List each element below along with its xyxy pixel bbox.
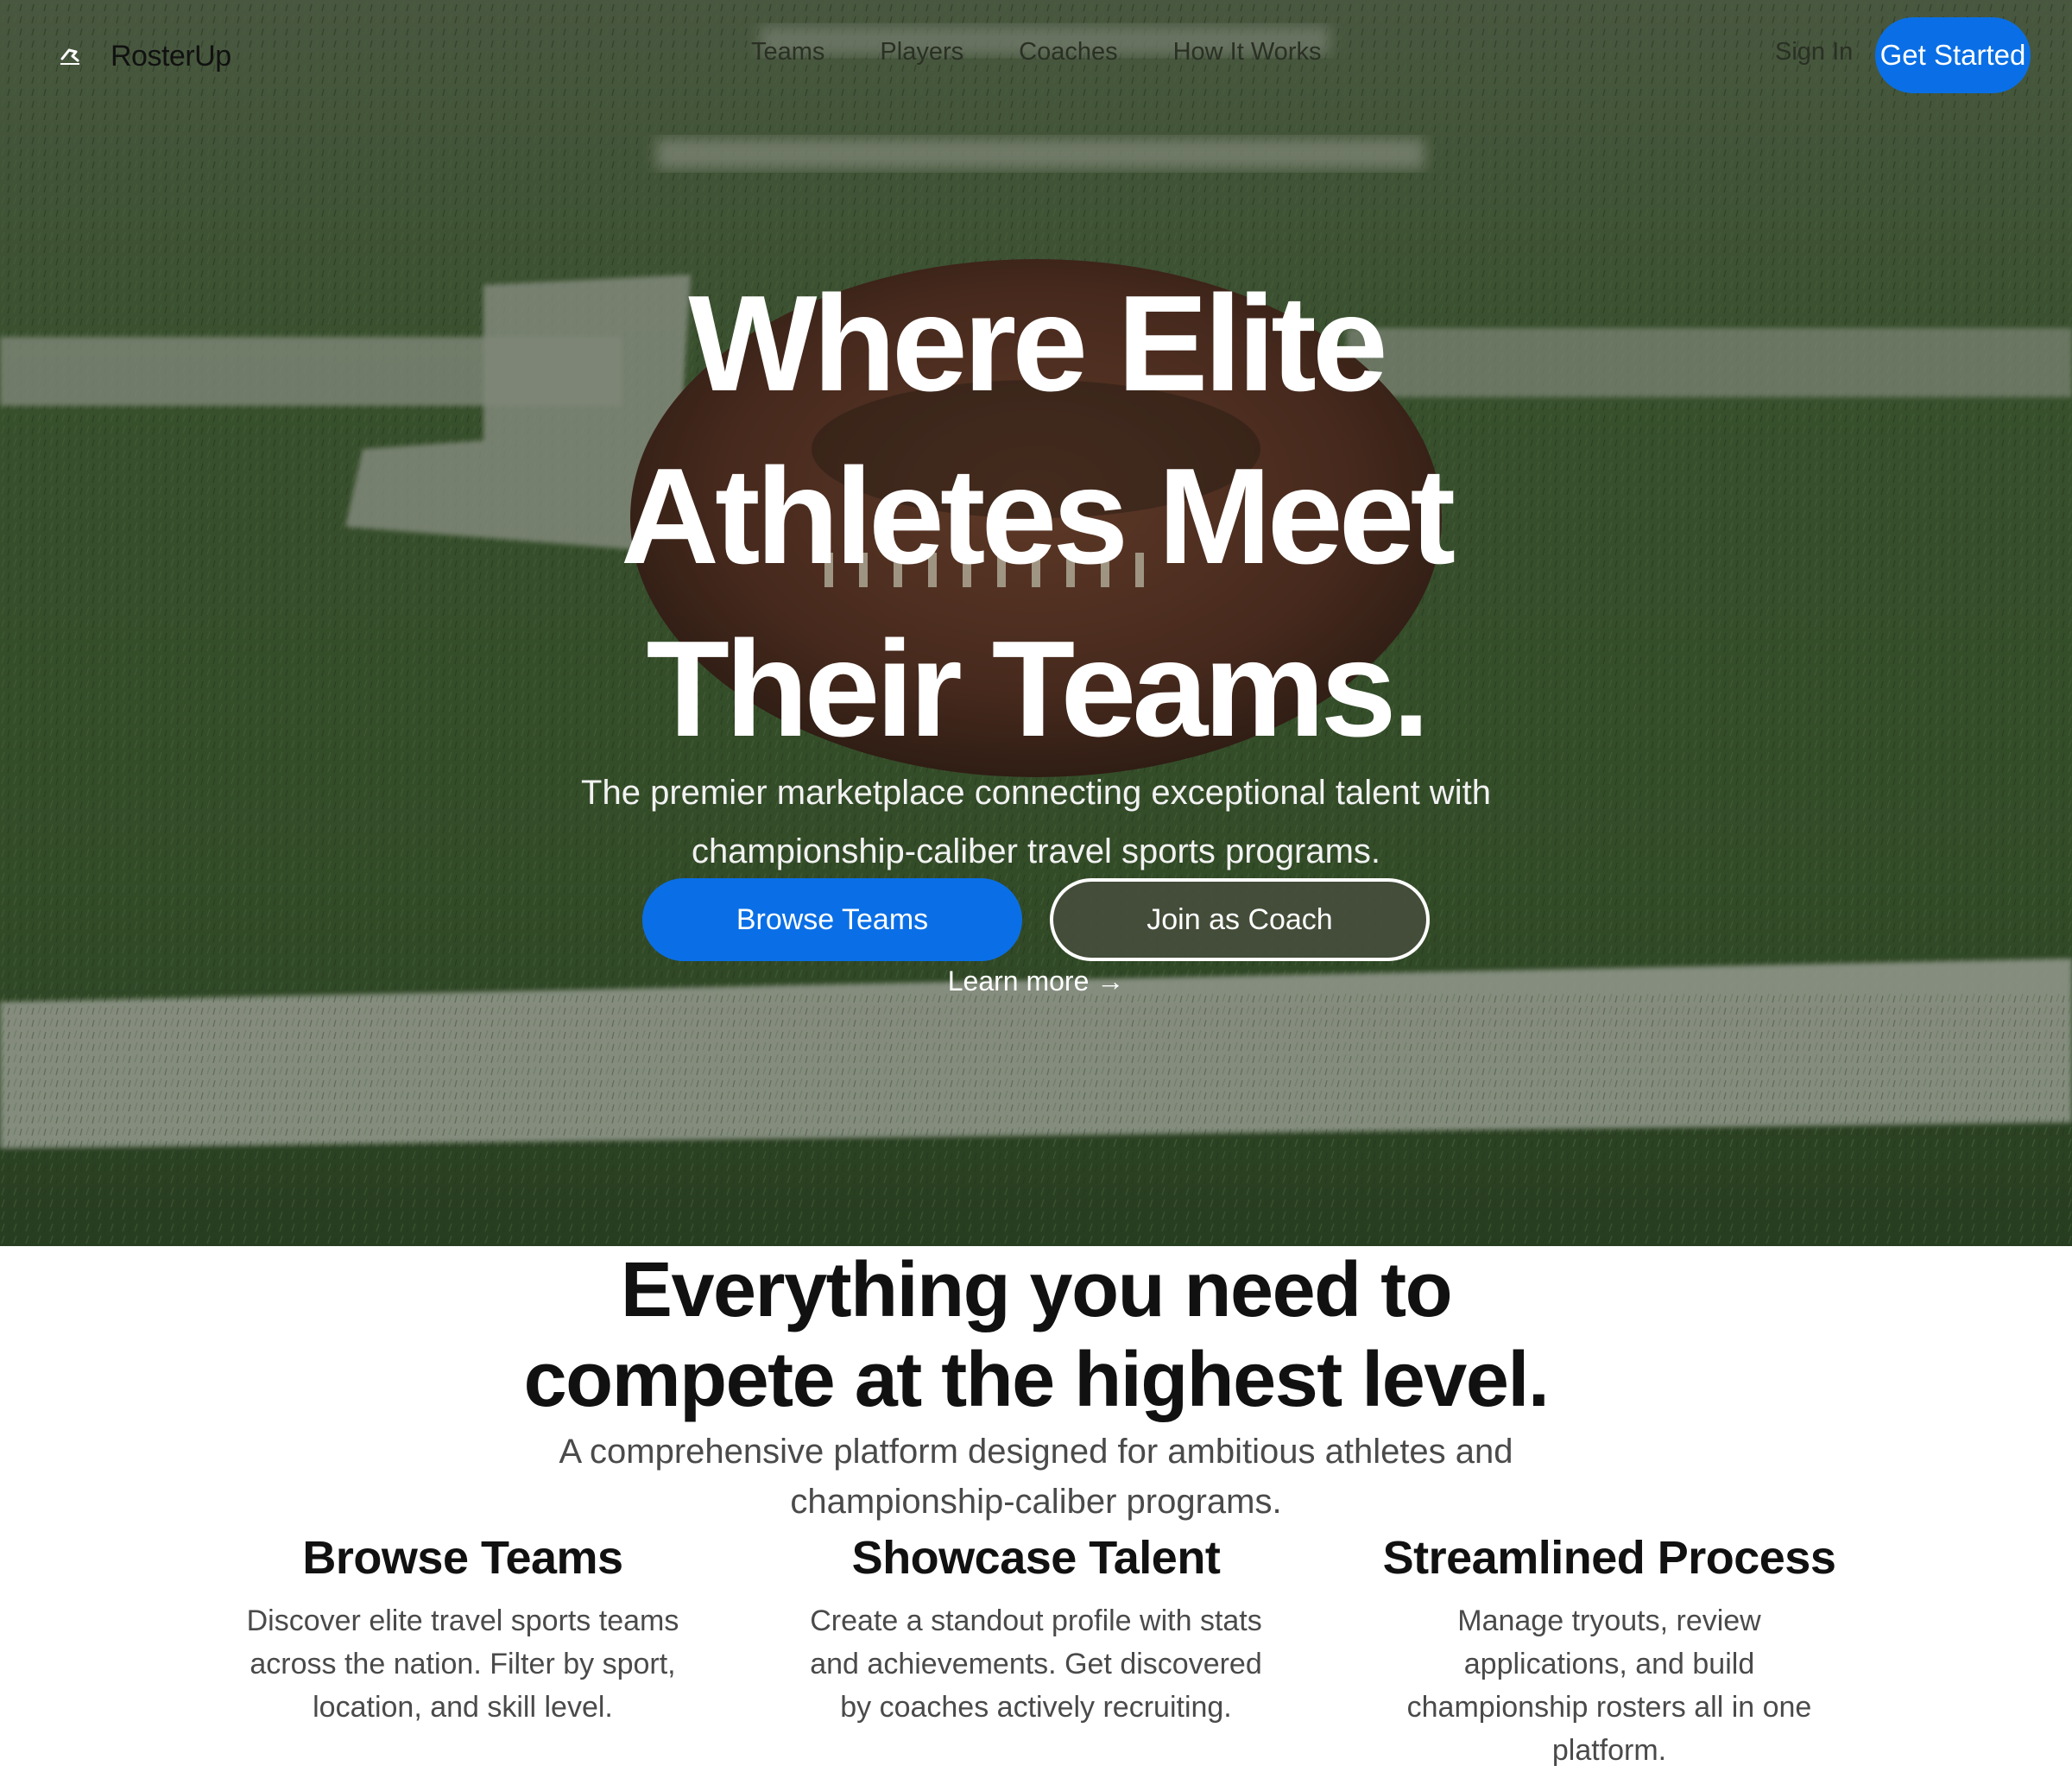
- nav-link-coaches[interactable]: Coaches: [1019, 38, 1117, 66]
- feature-title: Browse Teams: [302, 1532, 623, 1584]
- hero-subtitle-line: championship-caliber travel sports progr…: [691, 832, 1381, 870]
- features-subtitle-line: A comprehensive platform designed for am…: [559, 1433, 1513, 1471]
- features-title-line: Everything you need to: [620, 1247, 1453, 1333]
- feature-description-line: by coaches actively recruiting.: [840, 1691, 1232, 1724]
- feature-description-line: location, and skill level.: [313, 1691, 613, 1724]
- nav-link-how-it-works[interactable]: How It Works: [1173, 38, 1322, 66]
- nav-link-players[interactable]: Players: [880, 38, 963, 66]
- features-title: Everything you need to compete at the hi…: [345, 1245, 1727, 1425]
- brand-name: RosterUp: [111, 39, 231, 73]
- get-started-button[interactable]: Get Started: [1875, 17, 2031, 93]
- feature-description-line: Discover elite travel sports teams: [246, 1604, 679, 1637]
- top-navigation: RosterUp Teams Players Coaches How It Wo…: [0, 0, 2072, 112]
- hero-title-line: Where Elite: [688, 268, 1387, 420]
- hero-title: Where Elite Athletes Meet Their Teams.: [518, 257, 1554, 775]
- browse-teams-button[interactable]: Browse Teams: [642, 878, 1022, 961]
- hero-subtitle: The premier marketplace connecting excep…: [483, 763, 1589, 881]
- feature-description-line: and achievements. Get discovered: [810, 1648, 1262, 1680]
- feature-description-line: Create a standout profile with stats: [810, 1604, 1262, 1637]
- hero-subtitle-line: The premier marketplace connecting excep…: [581, 774, 1491, 812]
- features-subtitle-line: championship-caliber programs.: [790, 1483, 1282, 1521]
- hero-section: RosterUp Teams Players Coaches How It Wo…: [0, 0, 2072, 1246]
- features-subtitle: A comprehensive platform designed for am…: [432, 1427, 1640, 1527]
- nav-links: Teams Players Coaches How It Works: [751, 38, 1321, 66]
- feature-description-line: championship rosters all in one: [1406, 1691, 1812, 1724]
- join-as-coach-button[interactable]: Join as Coach: [1050, 878, 1430, 961]
- learn-more-link[interactable]: Learn more →: [863, 965, 1209, 997]
- feature-title: Streamlined Process: [1382, 1532, 1836, 1584]
- sign-in-link[interactable]: Sign In: [1775, 38, 1853, 66]
- feature-description-line: platform.: [1551, 1734, 1667, 1767]
- features-title-line: compete at the highest level.: [523, 1337, 1550, 1423]
- feature-showcase-talent: Showcase Talent Create a standout profil…: [786, 1527, 1286, 1729]
- hero-title-line: Athletes Meet: [620, 440, 1456, 592]
- feature-browse-teams: Browse Teams Discover elite travel sport…: [212, 1527, 713, 1729]
- nav-link-teams[interactable]: Teams: [751, 38, 824, 66]
- feature-title: Showcase Talent: [851, 1532, 1221, 1584]
- feature-description: Create a standout profile with stats and…: [786, 1599, 1286, 1729]
- feature-description-line: applications, and build: [1463, 1648, 1755, 1680]
- feature-streamlined-process: Streamlined Process Manage tryouts, revi…: [1359, 1527, 1860, 1772]
- feature-description: Discover elite travel sports teams acros…: [212, 1599, 713, 1729]
- feature-description-line: across the nation. Filter by sport,: [250, 1648, 676, 1680]
- hero-title-line: Their Teams.: [646, 613, 1431, 765]
- runner-logo-icon: [57, 43, 83, 69]
- feature-description: Manage tryouts, review applications, and…: [1359, 1599, 1860, 1772]
- brand-logo[interactable]: RosterUp: [57, 35, 231, 78]
- feature-description-line: Manage tryouts, review: [1457, 1604, 1761, 1637]
